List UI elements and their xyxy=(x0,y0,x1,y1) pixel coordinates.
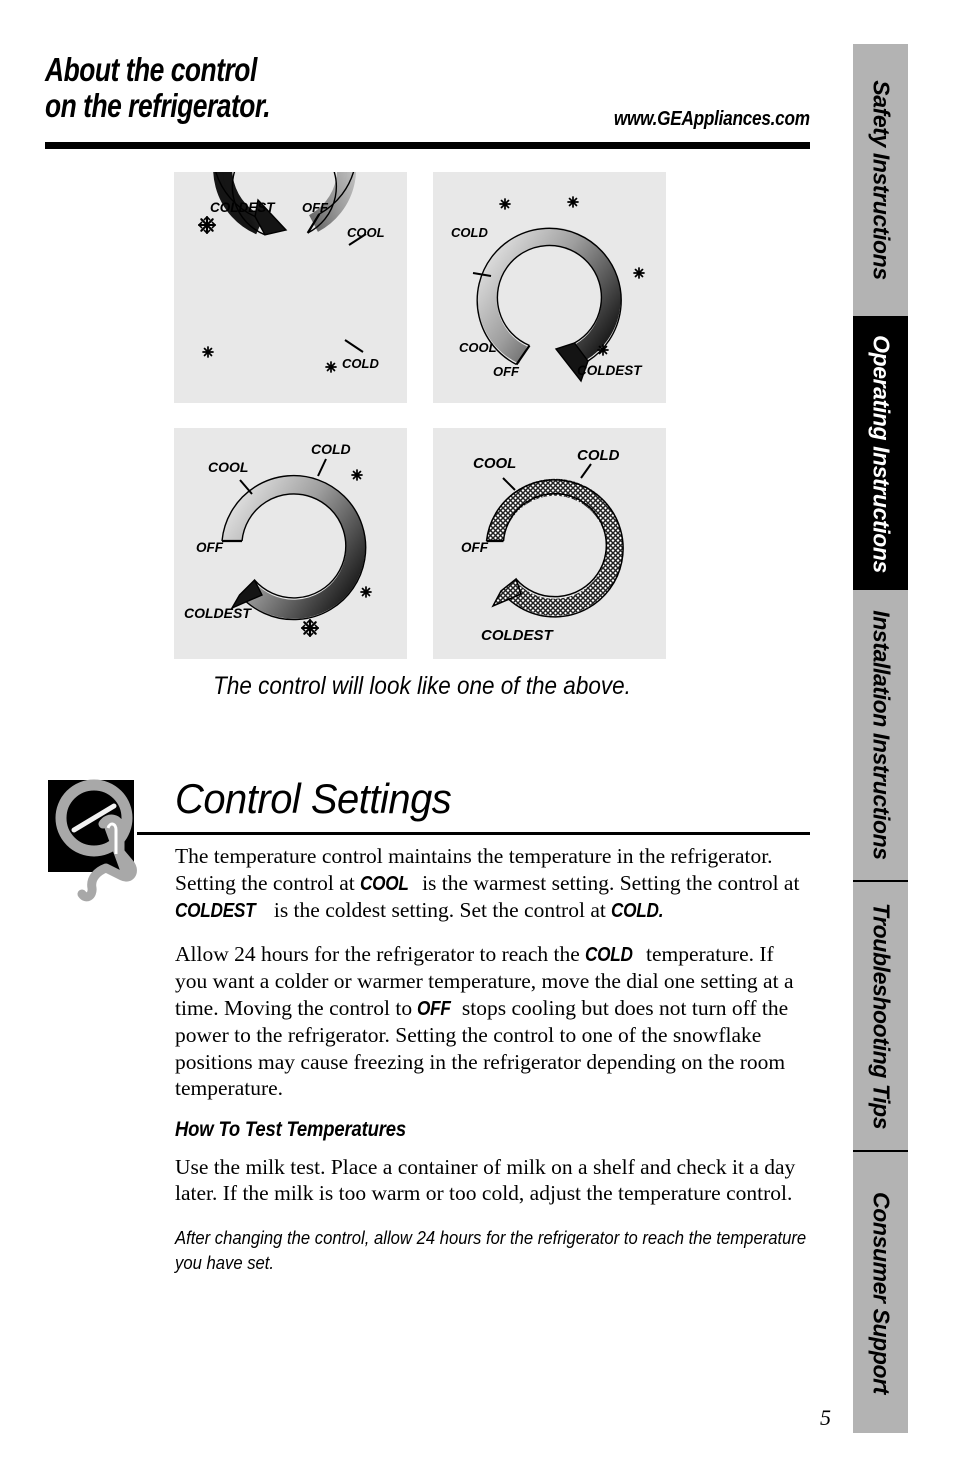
tab-operating-instructions[interactable]: Operating Instructions xyxy=(853,318,908,590)
dial-illustrations-caption: The control will look like one of the ab… xyxy=(213,672,631,700)
dial-2-label-coldest: COLDEST xyxy=(577,363,643,378)
dial-3-snowflake-3 xyxy=(300,618,320,638)
dial-4-arc-inner-edge xyxy=(502,492,608,598)
page-title-line-2: on the refrigerator. xyxy=(45,87,271,124)
dial-3-label-coldest: COLDEST xyxy=(184,605,252,621)
dial-1-snowflake-1 xyxy=(197,215,217,235)
dial-4-cold-tick xyxy=(580,463,592,479)
page-header: About the control on the refrigerator. w… xyxy=(45,51,810,131)
dial-4-cool-tick xyxy=(502,477,516,491)
p1-text-3: is the coldest setting. Set the control … xyxy=(268,898,612,922)
dial-2-snowflake-4 xyxy=(597,344,609,356)
tab-label-operating-instructions: Operating Instructions xyxy=(868,335,894,573)
subheading-how-to-test-temperatures: How To Test Temperatures xyxy=(175,1117,406,1141)
dial-2-label-off: OFF xyxy=(493,364,520,379)
note-after-changing-control: After changing the control, allow 24 hou… xyxy=(175,1226,807,1273)
section-tab-strip: Safety Instructions Operating Instructio… xyxy=(853,44,908,1433)
tab-label-installation-instructions: Installation Instructions xyxy=(868,610,894,860)
tab-consumer-support[interactable]: Consumer Support xyxy=(853,1152,908,1433)
dial-illustration-2: COLD COOL OFF COLDEST xyxy=(433,172,666,403)
tab-label-consumer-support: Consumer Support xyxy=(868,1191,894,1394)
dial-4-label-off: OFF xyxy=(461,540,489,555)
header-divider-rule xyxy=(45,142,810,149)
keyword-cool: COOL xyxy=(360,872,409,895)
dial-4-label-cold: COLD xyxy=(577,447,620,464)
section-title-control-settings: Control Settings xyxy=(175,775,452,822)
p1-text-2: is the warmest setting. Setting the cont… xyxy=(416,870,800,895)
section-divider-rule xyxy=(137,832,810,835)
control-dial-illustrations: COLDEST OFF COOL COLD COLD COOL OFF COLD… xyxy=(174,172,670,662)
dial-1-snowflake-3 xyxy=(325,361,337,373)
dial-illustration-4: COOL COLD OFF COLDEST xyxy=(433,428,666,659)
dial-2-arc xyxy=(477,227,621,364)
paragraph-allow-24-hours: Allow 24 hours for the refrigerator to r… xyxy=(175,941,811,1102)
dial-4-label-cool: COOL xyxy=(473,455,516,472)
tab-label-safety-instructions: Safety Instructions xyxy=(868,80,894,280)
dial-1-label-off: OFF xyxy=(302,200,329,215)
dial-3-label-off: OFF xyxy=(196,540,224,555)
dial-3-cold-tick xyxy=(317,458,327,477)
paragraph-milk-test: Use the milk test. Place a container of … xyxy=(175,1154,796,1206)
tab-safety-instructions[interactable]: Safety Instructions xyxy=(853,44,908,318)
manufacturer-website-link[interactable]: www.GEAppliances.com xyxy=(614,108,810,131)
dial-3-label-cool: COOL xyxy=(208,459,248,475)
keyword-cold-2: COLD xyxy=(585,943,633,966)
tab-label-troubleshooting-tips: Troubleshooting Tips xyxy=(868,902,894,1130)
page-number: 5 xyxy=(820,1405,831,1430)
keyword-coldest: COLDEST xyxy=(175,900,256,922)
dial-1-cold-tick xyxy=(344,339,364,353)
dial-3-snowflake-1 xyxy=(351,469,363,481)
dial-2-snowflake-2 xyxy=(567,196,579,208)
dial-1-snowflake-2 xyxy=(202,346,214,358)
dial-2-label-cool: COOL xyxy=(459,340,497,355)
page-title-line-1: About the control xyxy=(45,51,257,88)
p2-text-1: Allow 24 hours for the refrigerator to r… xyxy=(175,941,586,966)
dial-illustration-3: COOL COLD OFF COLDEST xyxy=(174,428,407,659)
dial-4-label-coldest: COLDEST xyxy=(481,627,555,644)
dial-1-label-cold: COLD xyxy=(342,356,379,371)
tab-installation-instructions[interactable]: Installation Instructions xyxy=(853,590,908,882)
dial-3-cool-tick xyxy=(239,479,253,495)
keyword-off: OFF xyxy=(417,997,452,1020)
knob-hand-icon xyxy=(48,779,137,902)
dial-illustration-1: COLDEST OFF COOL COLD xyxy=(174,172,407,403)
dial-2-snowflake-1 xyxy=(499,198,511,210)
dial-3-snowflake-2 xyxy=(360,586,372,598)
tab-troubleshooting-tips[interactable]: Troubleshooting Tips xyxy=(853,882,908,1152)
keyword-cold: COLD. xyxy=(611,900,664,922)
dial-1-label-coldest: COLDEST xyxy=(210,200,276,215)
dial-2-snowflake-3 xyxy=(633,267,645,279)
dial-3-arc-inner-edge xyxy=(241,493,347,599)
dial-1-label-cool: COOL xyxy=(347,225,385,240)
dial-3-label-cold: COLD xyxy=(311,441,351,457)
body-content: The temperature control maintains the te… xyxy=(175,843,811,1275)
paragraph-temperature-control: The temperature control maintains the te… xyxy=(175,843,811,925)
dial-2-arc-inner-edge xyxy=(496,244,603,347)
dial-2-label-cold: COLD xyxy=(451,225,488,240)
